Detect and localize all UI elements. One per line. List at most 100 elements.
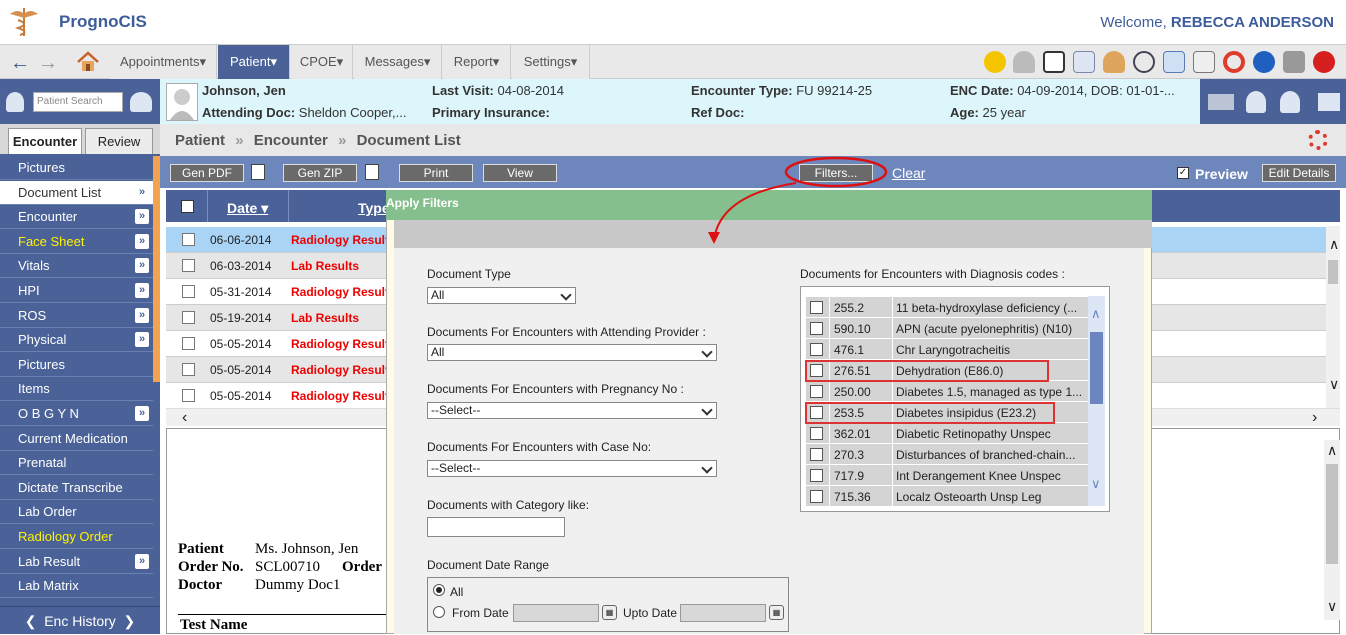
home-icon[interactable] <box>76 50 100 74</box>
diagnosis-checkbox[interactable] <box>810 427 823 440</box>
menu-patient[interactable]: Patient▾ <box>218 45 290 79</box>
expand-icon[interactable]: » <box>135 233 149 249</box>
new-badge-icon[interactable] <box>984 51 1006 73</box>
diagnosis-row[interactable]: 590.10 APN (acute pyelonephritis) (N10) <box>806 318 1088 339</box>
upto-date-input[interactable] <box>680 604 766 622</box>
expand-icon[interactable]: » <box>135 258 149 274</box>
gen-zip-button[interactable]: Gen ZIP <box>283 164 357 182</box>
pregnancy-select[interactable]: --Select-- <box>427 402 717 419</box>
diagnosis-row[interactable]: 476.1 Chr Laryngotracheitis <box>806 339 1088 360</box>
diagnosis-checkbox[interactable] <box>810 448 823 461</box>
info-icon[interactable] <box>1253 51 1275 73</box>
attending-provider-select[interactable]: All <box>427 344 717 361</box>
from-date-input[interactable] <box>513 604 599 622</box>
menu-settings[interactable]: Settings▾ <box>512 45 590 79</box>
sidebar-item-prenatal[interactable]: Prenatal <box>0 451 153 476</box>
help-lifebuoy-icon[interactable] <box>1308 130 1328 150</box>
row-checkbox[interactable] <box>182 259 195 272</box>
diagnosis-checkbox[interactable] <box>810 490 823 503</box>
sidebar-item-pictures[interactable]: Pictures <box>0 156 153 180</box>
tab-review[interactable]: Review <box>85 128 153 154</box>
diagnosis-checkbox[interactable] <box>810 385 823 398</box>
tab-encounter[interactable]: Encounter <box>8 128 82 154</box>
expand-icon[interactable]: » <box>135 209 149 225</box>
gen-pdf-button[interactable]: Gen PDF <box>170 164 244 182</box>
diagnosis-checkbox[interactable] <box>810 343 823 356</box>
diagnosis-checkbox[interactable] <box>810 322 823 335</box>
all-dates-radio[interactable] <box>433 584 445 596</box>
gauge-icon[interactable] <box>1013 51 1035 73</box>
crumb-encounter[interactable]: Encounter <box>254 132 328 149</box>
row-checkbox[interactable] <box>182 363 195 376</box>
sidebar-item-dictate-transcribe[interactable]: Dictate Transcribe <box>0 476 153 500</box>
user-icon[interactable] <box>1103 51 1125 73</box>
monitor-icon[interactable] <box>1208 94 1234 110</box>
sidebar-item-lab-result[interactable]: Lab Result» <box>0 550 153 574</box>
stethoscope-icon[interactable] <box>1133 51 1155 73</box>
row-checkbox[interactable] <box>182 389 195 402</box>
network-icon[interactable] <box>1318 93 1340 111</box>
type-column-header[interactable]: Type <box>358 200 390 216</box>
enc-history-button[interactable]: ❮ Enc History ❯ <box>0 606 160 634</box>
row-checkbox[interactable] <box>182 337 195 350</box>
sidebar-item-hpi[interactable]: HPI» <box>0 279 153 303</box>
back-arrow-icon[interactable]: ← <box>10 52 30 75</box>
menu-cpoe[interactable]: CPOE▾ <box>291 45 353 79</box>
sidebar-item-current-medication[interactable]: Current Medication <box>0 427 153 451</box>
case-no-select[interactable]: --Select-- <box>427 460 717 477</box>
date-range-radio[interactable] <box>433 606 445 618</box>
expand-icon[interactable]: » <box>135 185 149 200</box>
diagnosis-row[interactable]: 362.01 Diabetic Retinopathy Unspec <box>806 423 1088 444</box>
menu-messages[interactable]: Messages▾ <box>354 45 442 79</box>
sidebar-item-pictures[interactable]: Pictures <box>0 353 153 377</box>
expand-icon[interactable]: » <box>135 553 149 569</box>
grid-vertical-scrollbar[interactable]: ∧ ∨ <box>1326 226 1340 408</box>
sidebar-item-radiology-order[interactable]: Radiology Order <box>0 525 153 549</box>
expand-icon[interactable]: » <box>135 283 149 298</box>
print-button[interactable]: Print <box>399 164 473 182</box>
mail-icon[interactable] <box>1163 51 1185 73</box>
documents-icon[interactable] <box>1193 51 1215 73</box>
sidebar-item-lab-matrix[interactable]: Lab Matrix <box>0 574 153 599</box>
row-checkbox[interactable] <box>182 311 195 324</box>
forward-arrow-icon[interactable]: → <box>38 52 58 75</box>
expand-icon[interactable]: » <box>135 307 149 323</box>
patient-search-input[interactable]: Patient Search <box>33 92 123 112</box>
from-calendar-icon[interactable]: ▦ <box>602 605 617 620</box>
diagnosis-scrollbar[interactable]: ∧ ∨ <box>1088 296 1105 506</box>
sidebar-item-physical[interactable]: Physical» <box>0 328 153 353</box>
edit-details-button[interactable]: Edit Details <box>1262 164 1336 182</box>
doc-type-select[interactable]: All <box>427 287 576 304</box>
print-pdf-icon[interactable] <box>251 164 265 180</box>
power-icon[interactable] <box>1313 51 1335 73</box>
diagnosis-row[interactable]: 715.36 Localz Osteoarth Unsp Leg <box>806 486 1088 507</box>
diagnosis-row[interactable]: 717.9 Int Derangement Knee Unspec <box>806 465 1088 486</box>
date-column-header[interactable]: Date ▾ <box>227 200 268 217</box>
lock-icon[interactable] <box>1283 51 1305 73</box>
expand-icon[interactable]: » <box>135 406 149 421</box>
category-input[interactable] <box>427 517 565 537</box>
patient-lookup-icon[interactable] <box>6 92 24 112</box>
sidebar-item-encounter[interactable]: Encounter» <box>0 205 153 230</box>
sidebar-item-items[interactable]: Items <box>0 377 153 402</box>
preview-checkbox[interactable]: ✓ <box>1177 167 1189 179</box>
menu-appointments[interactable]: Appointments▾ <box>110 45 217 79</box>
patient-group-icon[interactable] <box>130 92 152 112</box>
sidebar-item-lab-order[interactable]: Lab Order <box>0 500 153 525</box>
lifebuoy-icon[interactable] <box>1223 51 1245 73</box>
diagnosis-row[interactable]: 250.00 Diabetes 1.5, managed as type 1... <box>806 381 1088 402</box>
diagnosis-checkbox[interactable] <box>810 469 823 482</box>
doctor-icon[interactable] <box>1246 91 1266 113</box>
row-checkbox[interactable] <box>182 285 195 298</box>
bill-icon[interactable] <box>1043 51 1065 73</box>
sidebar-item-face-sheet[interactable]: Face Sheet» <box>0 230 153 254</box>
view-button[interactable]: View <box>483 164 557 182</box>
diagnosis-row[interactable]: 255.2 11 beta-hydroxylase deficiency (... <box>806 297 1088 318</box>
sidebar-item-ros[interactable]: ROS» <box>0 304 153 328</box>
expand-icon[interactable]: » <box>135 332 149 348</box>
print-zip-icon[interactable] <box>365 164 379 180</box>
upto-calendar-icon[interactable]: ▦ <box>769 605 784 620</box>
crumb-patient[interactable]: Patient <box>175 132 225 149</box>
diagnosis-checkbox[interactable] <box>810 301 823 314</box>
row-checkbox[interactable] <box>182 233 195 246</box>
